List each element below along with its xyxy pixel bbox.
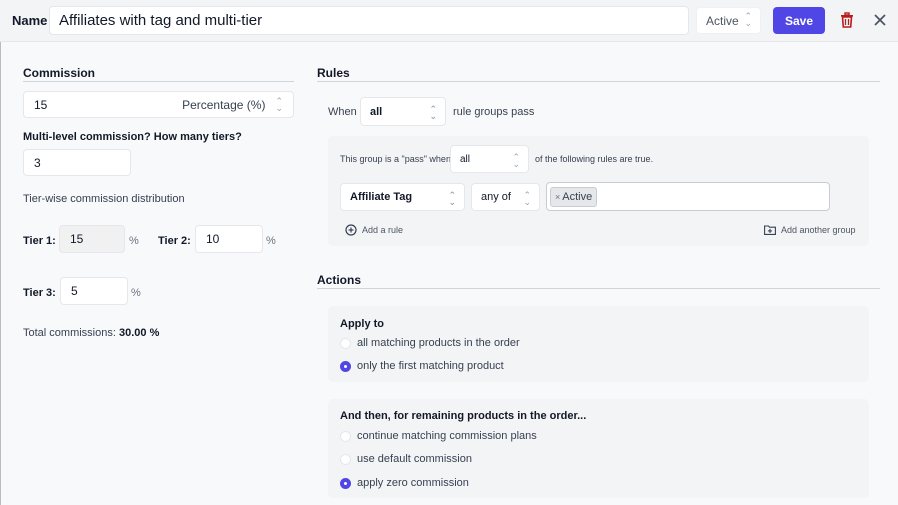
- rule-operator-select[interactable]: any of ⌃ ⌄: [471, 183, 540, 211]
- tier-2-unit: %: [266, 235, 276, 247]
- plus-circle-icon: [345, 224, 357, 236]
- chevron-updown-icon: ⌃ ⌄: [429, 104, 437, 121]
- option-label: all matching products in the order: [357, 337, 520, 349]
- tier-1-unit: %: [129, 235, 139, 247]
- rule-tags-input[interactable]: × Active: [546, 182, 830, 211]
- add-rule-button[interactable]: Add a rule: [345, 224, 403, 236]
- when-label: When: [328, 106, 357, 118]
- rules-divider: [317, 81, 880, 82]
- tier-1-input: 15: [59, 225, 125, 253]
- rule-operator-value: any of: [481, 191, 511, 203]
- commission-heading: Commission: [23, 66, 96, 80]
- close-icon[interactable]: [873, 13, 887, 27]
- add-group-button[interactable]: Add another group: [764, 225, 856, 235]
- tier-3-unit: %: [131, 287, 141, 299]
- total-commissions: Total commissions: 30.00 %: [23, 327, 159, 339]
- status-value: Active: [706, 14, 739, 28]
- remove-tag-icon[interactable]: ×: [555, 192, 560, 202]
- radio-unselected[interactable]: [340, 453, 351, 465]
- tier-2-label: Tier 2:: [158, 235, 191, 247]
- distribution-label: Tier-wise commission distribution: [23, 193, 185, 205]
- folder-plus-icon: [764, 225, 776, 235]
- total-label: Total commissions:: [23, 327, 116, 339]
- option-label: only the first matching product: [357, 360, 504, 372]
- rules-heading: Rules: [317, 66, 350, 80]
- radio-selected[interactable]: [340, 477, 351, 489]
- when-suffix: rule groups pass: [453, 106, 535, 118]
- total-value: 30.00 %: [118, 327, 160, 339]
- tier-2-input[interactable]: 10: [195, 225, 263, 253]
- option-label: continue matching commission plans: [357, 430, 537, 442]
- group-prefix: This group is a "pass" when: [340, 154, 451, 164]
- apply-to-title: Apply to: [340, 318, 384, 330]
- chevron-updown-icon: ⌃ ⌄: [523, 190, 531, 207]
- when-value: all: [370, 105, 383, 118]
- group-match-select[interactable]: all ⌃ ⌄: [450, 145, 529, 173]
- chevron-updown-icon: ⌃ ⌄: [512, 152, 520, 169]
- add-group-label: Add another group: [781, 225, 856, 235]
- commission-type: Percentage (%): [182, 97, 266, 112]
- save-button[interactable]: Save: [773, 7, 825, 34]
- status-select[interactable]: Active ⌃ ⌄: [696, 7, 761, 34]
- actions-heading: Actions: [317, 273, 362, 287]
- chevron-updown-icon: ⌃ ⌄: [744, 11, 752, 28]
- group-suffix: of the following rules are true.: [535, 154, 654, 164]
- tag-label: Active: [562, 191, 593, 203]
- rule-field-select[interactable]: Affiliate Tag ⌃ ⌄: [340, 183, 465, 211]
- commission-amount-field[interactable]: 15 Percentage (%) ⌃ ⌄: [23, 91, 294, 118]
- group-match-value: all: [460, 153, 471, 165]
- radio-selected[interactable]: [340, 360, 351, 372]
- radio-unselected[interactable]: [340, 430, 351, 442]
- commission-divider: [23, 81, 294, 82]
- tier-3-label: Tier 3:: [23, 287, 56, 299]
- tier-3-input[interactable]: 5: [60, 277, 128, 305]
- window-edge: [0, 0, 1, 505]
- name-input[interactable]: Affiliates with tag and multi-tier: [49, 6, 689, 35]
- remaining-option-default[interactable]: use default commission: [340, 453, 472, 465]
- apply-to-option-first[interactable]: only the first matching product: [340, 360, 504, 372]
- chevron-updown-icon: ⌃ ⌄: [275, 95, 283, 113]
- header-bar: Name Affiliates with tag and multi-tier …: [0, 0, 898, 42]
- remaining-title: And then, for remaining products in the …: [340, 410, 587, 422]
- tag-chip[interactable]: × Active: [550, 187, 598, 207]
- remaining-option-continue[interactable]: continue matching commission plans: [340, 430, 537, 442]
- tier-1-label: Tier 1:: [23, 235, 56, 247]
- chevron-updown-icon: ⌃ ⌄: [448, 190, 456, 207]
- add-rule-label: Add a rule: [362, 225, 404, 235]
- when-select[interactable]: all ⌃ ⌄: [360, 97, 446, 126]
- tiers-question: Multi-level commission? How many tiers?: [23, 131, 242, 143]
- tiers-count-input[interactable]: 3: [23, 149, 131, 176]
- radio-unselected[interactable]: [340, 337, 351, 349]
- rule-field-value: Affiliate Tag: [350, 191, 413, 203]
- commission-type-select[interactable]: Percentage (%) ⌃ ⌄: [182, 95, 283, 113]
- trash-icon[interactable]: [840, 12, 854, 28]
- remaining-option-zero[interactable]: apply zero commission: [340, 477, 469, 489]
- option-label: apply zero commission: [357, 477, 469, 489]
- apply-to-option-all[interactable]: all matching products in the order: [340, 337, 520, 349]
- name-label: Name: [12, 13, 48, 28]
- actions-divider: [317, 288, 880, 289]
- commission-amount: 15: [34, 97, 48, 112]
- option-label: use default commission: [357, 453, 472, 465]
